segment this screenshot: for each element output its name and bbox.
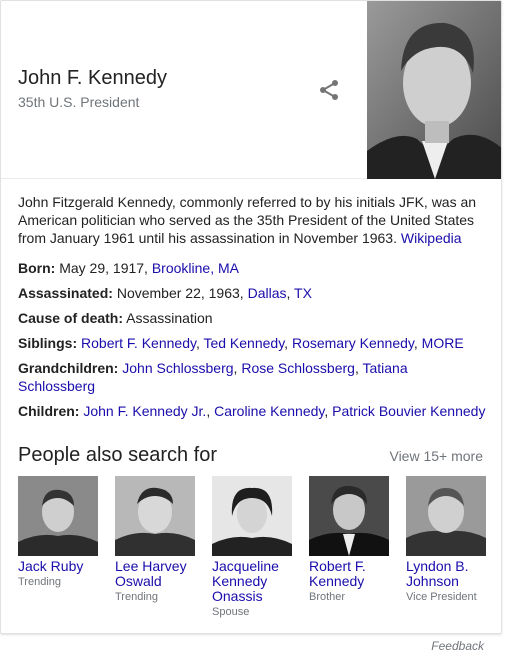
birthplace-link[interactable]: Brookline, MA (152, 260, 239, 276)
fact-label: Assassinated: (18, 285, 113, 301)
fact-siblings: Siblings: Robert F. Kennedy, Ted Kennedy… (18, 335, 464, 351)
entity-subtitle: 35th U.S. President (18, 94, 140, 110)
dallas-link[interactable]: Dallas (248, 285, 287, 301)
share-icon[interactable] (317, 78, 341, 102)
person-name[interactable]: Robert F. Kennedy (309, 559, 389, 589)
person-caption: Vice President (406, 591, 477, 603)
fact-cause-of-death: Cause of death: Assassination (18, 309, 488, 327)
fact-born: Born: May 29, 1917, Brookline, MA (18, 259, 488, 277)
sibling-link[interactable]: Robert F. Kennedy (81, 335, 196, 351)
fact-grandchildren: Grandchildren: John Schlossberg, Rose Sc… (18, 360, 408, 394)
person-name[interactable]: Jack Ruby (18, 559, 98, 574)
fact-assassinated: Assassinated: November 22, 1963, Dallas,… (18, 284, 488, 302)
person-card[interactable]: Jacqueline Kennedy Onassis Spouse (212, 476, 292, 619)
person-name[interactable]: Lyndon B. Johnson (406, 559, 486, 589)
people-also-search-title: People also search for (18, 444, 218, 466)
sibling-link[interactable]: Ted Kennedy (203, 335, 284, 351)
separator: , (286, 285, 295, 301)
fact-label: Siblings: (18, 335, 78, 351)
siblings-more-link[interactable]: MORE (422, 335, 464, 351)
fact-label: Children: (18, 403, 80, 419)
fact-value: May 29, 1917, (59, 260, 152, 276)
texas-link[interactable]: TX (294, 285, 312, 301)
knowledge-panel: John F. Kennedy 35th U.S. President John… (0, 0, 502, 634)
entity-title: John F. Kennedy (18, 67, 167, 89)
person-name[interactable]: Jacqueline Kennedy Onassis (212, 559, 292, 604)
grandchild-link[interactable]: John Schlossberg (122, 360, 233, 376)
panel-header: John F. Kennedy 35th U.S. President (1, 1, 501, 179)
person-card[interactable]: Robert F. Kennedy Brother (309, 476, 389, 604)
person-photo[interactable] (115, 476, 195, 556)
child-link[interactable]: Caroline Kennedy (214, 403, 324, 419)
person-photo[interactable] (406, 476, 486, 556)
wikipedia-link[interactable]: Wikipedia (401, 230, 462, 246)
person-caption: Spouse (212, 606, 250, 618)
person-photo[interactable] (18, 476, 98, 556)
view-more-link[interactable]: View 15+ more (389, 448, 483, 464)
fact-value: Assassination (126, 310, 213, 326)
child-link[interactable]: Patrick Bouvier Kennedy (332, 403, 485, 419)
person-caption: Brother (309, 591, 346, 603)
sibling-link[interactable]: Rosemary Kennedy (292, 335, 414, 351)
child-link[interactable]: John F. Kennedy Jr. (83, 403, 206, 419)
person-card[interactable]: Lee Harvey Oswald Trending (115, 476, 195, 604)
fact-label: Cause of death: (18, 310, 124, 326)
person-card[interactable]: Jack Ruby Trending (18, 476, 98, 589)
person-photo[interactable] (309, 476, 389, 556)
person-photo[interactable] (212, 476, 292, 556)
fact-value: November 22, 1963, (116, 285, 248, 301)
person-card[interactable]: Lyndon B. Johnson Vice President (406, 476, 486, 604)
fact-label: Born: (18, 260, 56, 276)
person-name[interactable]: Lee Harvey Oswald (115, 559, 195, 589)
person-caption: Trending (18, 576, 62, 588)
fact-label: Grandchildren: (18, 360, 119, 376)
entity-description: John Fitzgerald Kennedy, commonly referr… (18, 193, 488, 247)
portrait-photo[interactable] (367, 1, 501, 179)
facts-list: Born: May 29, 1917, Brookline, MA Assass… (18, 259, 488, 427)
person-caption: Trending (115, 591, 159, 603)
feedback-link[interactable]: Feedback (431, 639, 484, 653)
grandchild-link[interactable]: Rose Schlossberg (241, 360, 355, 376)
fact-children: Children: John F. Kennedy Jr., Caroline … (18, 403, 486, 419)
people-carousel: Jack Ruby Trending Lee Harvey Oswald Tre… (18, 476, 493, 626)
